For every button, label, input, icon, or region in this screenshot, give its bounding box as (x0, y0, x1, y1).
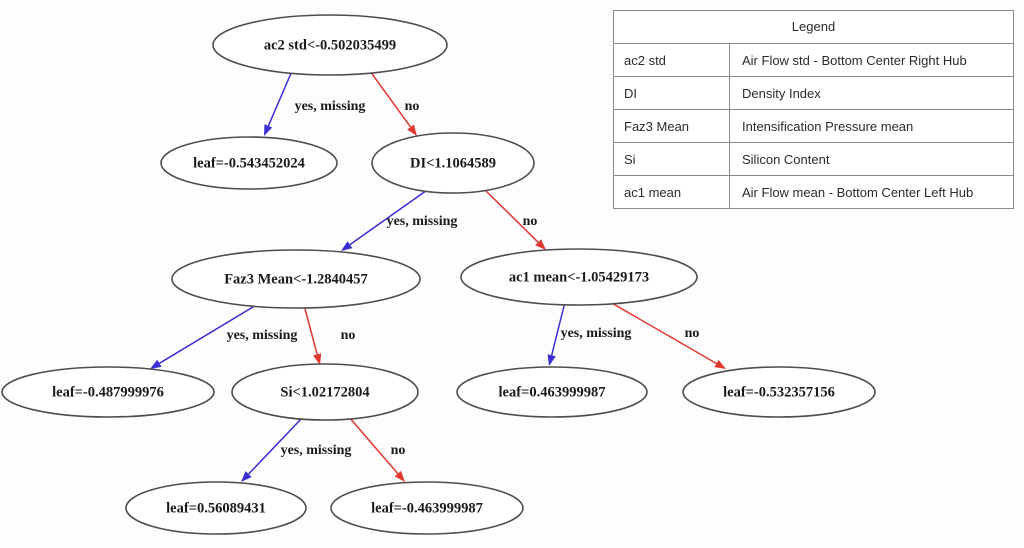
legend-term: Si (614, 143, 730, 175)
node-label: leaf=-0.532357156 (723, 384, 835, 400)
legend-row: Faz3 Mean Intensification Pressure mean (614, 110, 1013, 143)
node-label: ac2 std<-0.502035499 (264, 37, 396, 53)
tree-split-node[interactable]: Faz3 Mean<-1.2840457 (171, 249, 421, 309)
legend-description: Air Flow mean - Bottom Center Left Hub (742, 184, 974, 200)
node-label: ac1 mean<-1.05429173 (509, 269, 649, 285)
legend-description: Density Index (742, 85, 821, 101)
legend-row: ac1 mean Air Flow mean - Bottom Center Le… (614, 176, 1013, 208)
diagram-canvas: ac2 std<-0.502035499 leaf=-0.543452024 DI<… (0, 0, 1024, 548)
edge-label-yes: yes, missing (561, 326, 632, 341)
edge-label-no: no (391, 443, 406, 458)
legend-description: Air Flow std - Bottom Center Right Hub (742, 52, 967, 68)
edge-label-yes: yes, missing (295, 99, 366, 114)
tree-leaf-node[interactable]: leaf=-0.543452024 (160, 136, 338, 190)
edge-label-no: no (685, 326, 700, 341)
node-label: leaf=0.56089431 (166, 500, 266, 516)
legend-description: Intensification Pressure mean (742, 118, 914, 134)
tree-edge-no (303, 304, 322, 365)
tree-edge-yes (264, 70, 293, 136)
tree-leaf-node[interactable]: leaf=-0.487999976 (1, 366, 215, 418)
legend-row: ac2 std Air Flow std - Bottom Center Righ… (614, 44, 1013, 77)
edge-label-no: no (341, 328, 356, 343)
edge-label-no: no (405, 99, 420, 114)
tree-leaf-node[interactable]: leaf=-0.532357156 (682, 366, 876, 418)
tree-leaf-node[interactable]: leaf=0.56089431 (125, 481, 307, 535)
tree-split-node[interactable]: DI<1.1064589 (371, 132, 535, 194)
legend-title: Legend (614, 11, 1013, 44)
tree-split-node[interactable]: ac2 std<-0.502035499 (212, 14, 448, 76)
tree-split-node[interactable]: Si<1.02172804 (231, 363, 419, 421)
edge-label-no: no (523, 214, 538, 229)
legend-row: DI Density Index (614, 77, 1013, 110)
node-label: leaf=-0.543452024 (193, 155, 305, 171)
node-label: Si<1.02172804 (280, 384, 369, 400)
legend-rows: ac2 std Air Flow std - Bottom Center Righ… (614, 44, 1013, 208)
legend-term: DI (614, 77, 730, 109)
edge-label-yes: yes, missing (227, 328, 298, 343)
node-label: leaf=-0.463999987 (371, 500, 483, 516)
legend-term: ac1 mean (614, 176, 730, 208)
tree-leaf-node[interactable]: leaf=0.463999987 (456, 366, 648, 418)
legend-table: Legend ac2 std Air Flow std - Bottom Cent… (613, 10, 1014, 209)
node-label: leaf=-0.487999976 (52, 384, 164, 400)
node-label: Faz3 Mean<-1.2840457 (224, 271, 368, 287)
edge-label-yes: yes, missing (281, 443, 352, 458)
node-label: leaf=0.463999987 (499, 384, 606, 400)
legend-description: Silicon Content (742, 151, 830, 167)
legend-term: ac2 std (614, 44, 730, 76)
edge-label-yes: yes, missing (387, 214, 458, 229)
node-label: DI<1.1064589 (410, 155, 496, 171)
tree-split-node[interactable]: ac1 mean<-1.05429173 (460, 248, 698, 306)
legend-row: Si Silicon Content (614, 143, 1013, 176)
tree-leaf-node[interactable]: leaf=-0.463999987 (330, 481, 524, 535)
legend-term: Faz3 Mean (614, 110, 730, 142)
